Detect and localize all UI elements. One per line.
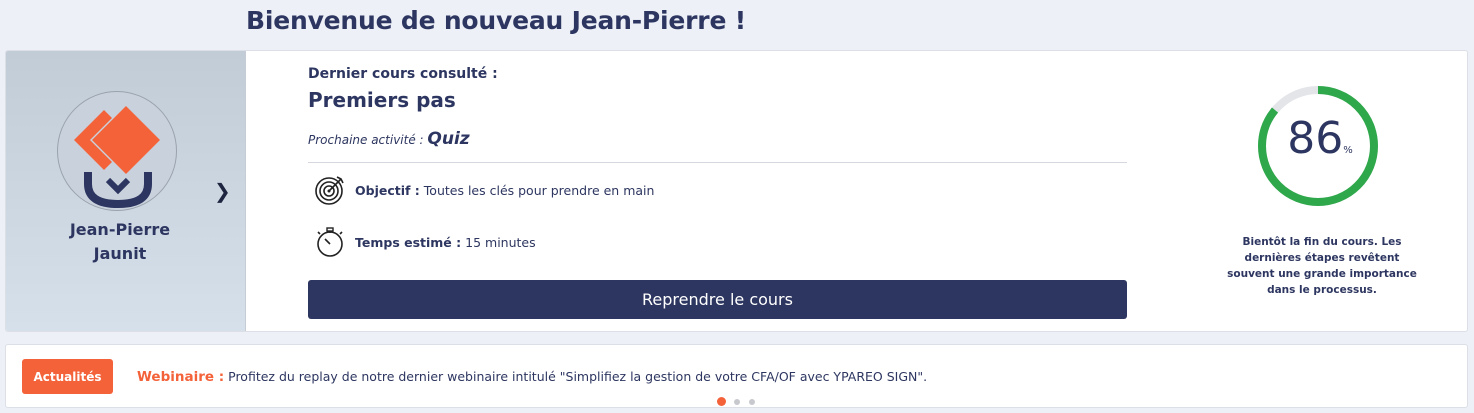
objective-row: Objectif : Toutes les clés pour prendre … — [314, 174, 654, 206]
news-keyword: Webinaire : — [137, 369, 225, 385]
target-icon — [315, 176, 344, 205]
carousel-dot[interactable] — [734, 398, 740, 405]
time-label: Temps estimé : — [355, 234, 462, 250]
user-name: Jean-Pierre Jaunit — [6, 218, 234, 266]
chevron-right-icon[interactable]: ❯ — [214, 179, 231, 203]
carousel-dot[interactable] — [749, 398, 755, 405]
objective-label: Objectif : — [355, 182, 420, 198]
progress-value: 86% — [1280, 113, 1360, 164]
course-card: Jean-Pierre Jaunit ❯ Dernier cours consu… — [5, 50, 1468, 332]
time-value: 15 minutes — [465, 234, 536, 250]
user-last-name: Jaunit — [93, 244, 147, 263]
next-activity-value: Quiz — [427, 129, 470, 149]
profile-panel: Jean-Pierre Jaunit ❯ — [6, 51, 246, 331]
progress-unit: % — [1343, 145, 1353, 156]
news-text[interactable]: Webinaire : Profitez du replay de notre d… — [137, 369, 927, 385]
carousel-dot[interactable] — [717, 397, 726, 406]
logo-icon — [74, 106, 160, 209]
next-activity-label: Prochaine activité : — [308, 133, 424, 147]
news-badge[interactable]: Actualités — [22, 359, 113, 394]
progress-message: Bientôt la fin du cours. Les dernières é… — [1227, 236, 1417, 296]
carousel-dots — [717, 397, 764, 406]
progress-number: 86 — [1287, 113, 1344, 164]
welcome-title: Bienvenue de nouveau Jean-Pierre ! — [246, 6, 746, 35]
news-bar: Actualités Webinaire : Profitez du replay… — [5, 344, 1468, 408]
news-body: Profitez du replay de notre dernier webi… — [228, 369, 928, 384]
course-info: Dernier cours consulté : Premiers pas Pr… — [308, 51, 1128, 331]
next-activity: Prochaine activité : Quiz — [308, 129, 470, 149]
time-row: Temps estimé : 15 minutes — [314, 226, 536, 258]
divider — [308, 162, 1127, 163]
last-course-label: Dernier cours consulté : — [308, 66, 498, 82]
course-title: Premiers pas — [308, 88, 456, 112]
user-first-name: Jean-Pierre — [69, 220, 171, 239]
stopwatch-icon — [317, 227, 343, 257]
avatar — [57, 91, 177, 211]
objective-value: Toutes les clés pour prendre en main — [423, 182, 655, 198]
resume-course-button[interactable]: Reprendre le cours — [308, 280, 1127, 319]
